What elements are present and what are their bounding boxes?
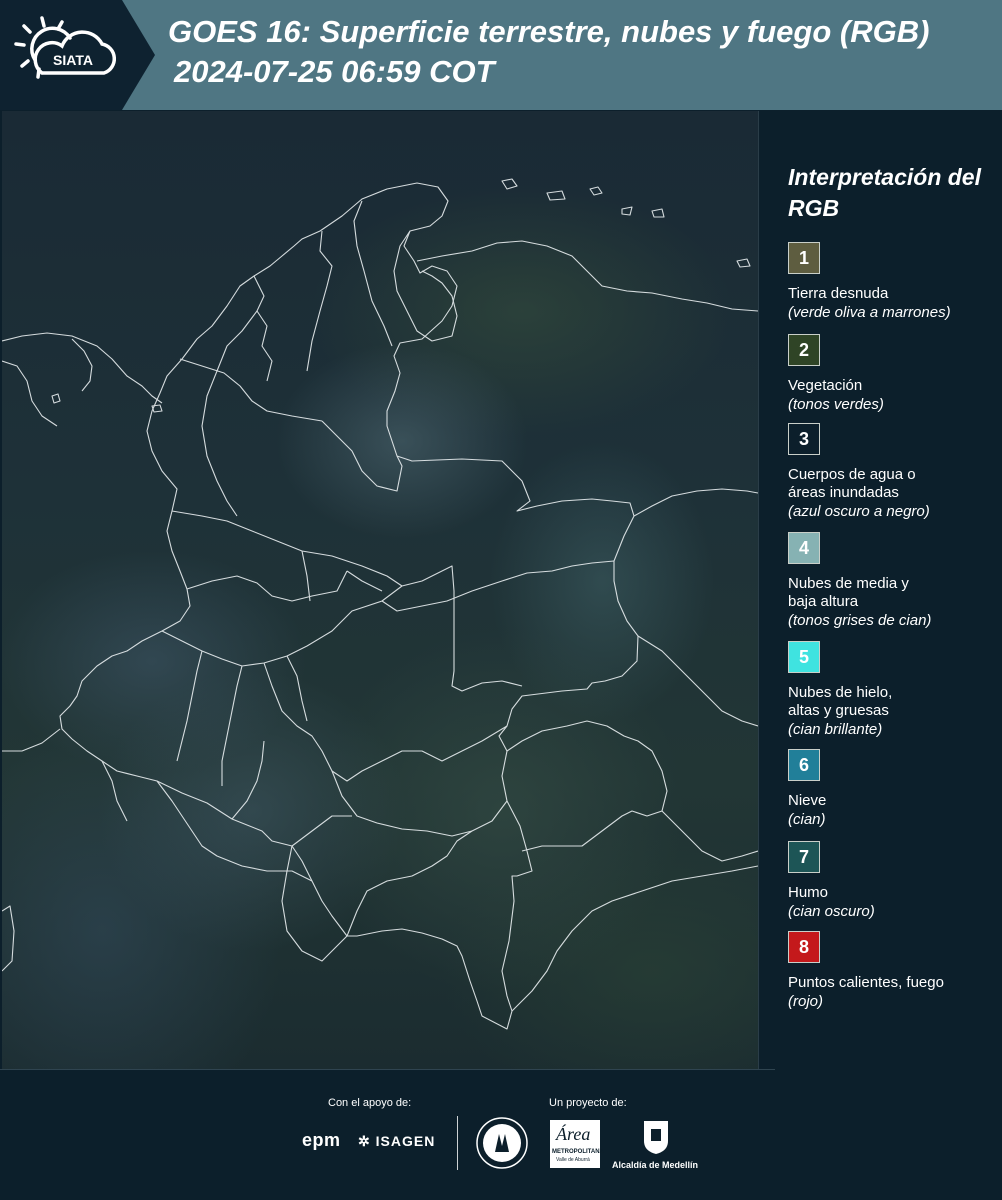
- legend-swatch: 2: [788, 334, 820, 366]
- legend-label: Vegetación: [788, 377, 863, 394]
- legend-swatch: 3: [788, 423, 820, 455]
- country-border: [59, 182, 639, 1030]
- project-label: Un proyecto de:: [549, 1097, 627, 1109]
- legend-label: Humo: [788, 884, 829, 901]
- metropolitana-sublabel: Valle de Aburrá: [556, 1157, 590, 1163]
- eafit-seal-icon: [476, 1117, 528, 1169]
- page-title: GOES 16: Superficie terrestre, nubes y f…: [168, 14, 930, 49]
- epm-logo: epm: [302, 1130, 341, 1150]
- legend-description: (tonos grises de cian): [788, 612, 932, 629]
- legend-description: (rojo): [788, 993, 824, 1010]
- legend-item: 2 Vegetación (tonos verdes): [788, 334, 998, 414]
- legend-swatch: 6: [788, 749, 820, 781]
- legend-item: 8 Puntos calientes, fuego (rojo): [788, 931, 998, 1011]
- legend-item: 7 Humo (cian oscuro): [788, 841, 998, 921]
- legend-item: 5 Nubes de hielo, altas y gruesas (cian br…: [788, 641, 998, 739]
- legend-item: 1 Tierra desnuda (verde oliva a marrones): [788, 242, 998, 322]
- legend-item: 6 Nieve (cian): [788, 749, 998, 829]
- legend-swatch: 1: [788, 242, 820, 274]
- footer-separator: [457, 1116, 458, 1170]
- legend-label: Nubes de hielo, altas y gruesas: [788, 684, 893, 719]
- legend-item: 3 Cuerpos de agua o áreas inundadas (azul …: [788, 423, 998, 521]
- footer-divider-line: [0, 1069, 775, 1070]
- alcaldia-label: Alcaldía de Medellín: [612, 1160, 699, 1170]
- area-script-icon: Área: [556, 1124, 591, 1144]
- legend-title: Interpretación del RGB: [788, 164, 981, 221]
- legend-label: Tierra desnuda: [788, 285, 889, 302]
- legend-swatch: 5: [788, 641, 820, 673]
- map-separator: [758, 111, 759, 1069]
- legend-swatch: 7: [788, 841, 820, 873]
- map-boundaries: [2, 178, 758, 1030]
- legend-label: Nieve: [788, 792, 827, 809]
- isagen-label: ISAGEN: [375, 1133, 436, 1149]
- siata-logo: SIATA: [14, 16, 117, 79]
- isagen-logo: ✲ ISAGEN: [358, 1133, 435, 1150]
- metropolitana-label: METROPOLITANA: [552, 1149, 604, 1155]
- legend-description: (cian brillante): [788, 721, 883, 738]
- legend-swatch: 8: [788, 931, 820, 963]
- logo-text: SIATA: [53, 52, 93, 68]
- legend-description: (azul oscuro a negro): [788, 503, 930, 520]
- legend-label: Cuerpos de agua o áreas inundadas: [788, 466, 916, 501]
- satellite-map: [2, 111, 758, 1069]
- legend-item: 4 Nubes de media y baja altura (tonos gris…: [788, 532, 998, 630]
- isagen-icon: ✲: [358, 1133, 371, 1149]
- legend-description: (cian): [788, 811, 826, 828]
- metropolitana-logo: Área METROPOLITANA Valle de Aburrá: [550, 1120, 604, 1168]
- alcaldia-shield-icon: [644, 1121, 668, 1154]
- legend-label: Nubes de media y baja altura: [788, 575, 909, 610]
- support-label: Con el apoyo de:: [328, 1097, 412, 1109]
- legend-label: Puntos calientes, fuego: [788, 974, 944, 991]
- legend-description: (tonos verdes): [788, 396, 884, 413]
- legend-description: (verde oliva a marrones): [788, 304, 951, 321]
- legend-swatch: 4: [788, 532, 820, 564]
- page-timestamp: 2024-07-25 06:59 COT: [174, 54, 495, 89]
- logo-block: SIATA: [0, 0, 155, 110]
- legend-description: (cian oscuro): [788, 903, 875, 920]
- header: SIATA GOES 16: Superficie terrestre, nub…: [0, 0, 1002, 110]
